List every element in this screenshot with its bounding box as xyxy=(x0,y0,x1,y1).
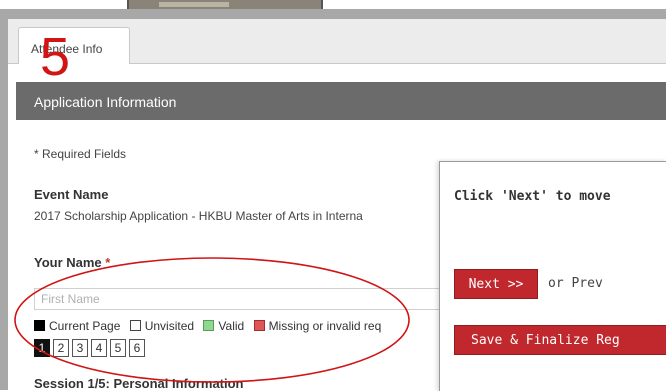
legend-valid: Valid xyxy=(203,319,244,333)
your-name-label-text: Your Name xyxy=(34,255,102,270)
legend-current: Current Page xyxy=(34,319,120,333)
page-button[interactable]: 6 xyxy=(129,339,145,357)
tab-attendee-info[interactable]: Attendee Info xyxy=(18,27,130,64)
legend-swatch-current xyxy=(34,320,45,331)
first-name-input[interactable] xyxy=(35,289,445,309)
popup-message: Click 'Next' to move xyxy=(454,189,611,204)
page-button[interactable]: 3 xyxy=(72,339,88,357)
first-name-field[interactable] xyxy=(34,288,446,310)
legend-missing: Missing or invalid req xyxy=(253,319,382,333)
legend-missing-label: Missing or invalid req xyxy=(268,319,382,333)
save-finalize-button[interactable]: Save & Finalize Reg xyxy=(454,325,666,355)
required-fields-note: * Required Fields xyxy=(34,147,127,161)
page-navigator: 123456 xyxy=(34,339,148,357)
legend-swatch-unvisited xyxy=(129,320,141,331)
event-name-value: 2017 Scholarship Application - HKBU Mast… xyxy=(34,209,363,223)
page-button[interactable]: 4 xyxy=(91,339,107,357)
legend-swatch-valid xyxy=(203,320,215,331)
page-button[interactable]: 5 xyxy=(110,339,126,357)
event-name-label: Event Name xyxy=(34,187,109,202)
page-button[interactable]: 2 xyxy=(53,339,69,357)
next-button[interactable]: Next >> xyxy=(454,269,538,299)
required-star: * xyxy=(105,255,111,270)
section-header: Application Information xyxy=(16,82,666,120)
legend-unvisited-label: Unvisited xyxy=(144,319,195,333)
legend-swatch-missing xyxy=(253,320,265,331)
legend-current-label: Current Page xyxy=(49,319,121,333)
your-name-label: Your Name * xyxy=(34,255,110,270)
header-photo xyxy=(127,0,323,9)
tab-bar: Attendee Info xyxy=(8,19,666,64)
page-button[interactable]: 1 xyxy=(34,339,50,357)
legend-unvisited: Unvisited xyxy=(129,319,195,333)
step-number-annotation: 5 xyxy=(40,27,71,87)
session-title: Session 1/5: Personal Information xyxy=(34,376,244,390)
section-title: Application Information xyxy=(34,94,177,110)
navigation-popup: Click 'Next' to move Next >> or Prev Sav… xyxy=(439,161,666,391)
page-status-legend: Current Page Unvisited Valid Missing or … xyxy=(34,319,387,333)
legend-valid-label: Valid xyxy=(218,319,245,333)
top-background xyxy=(0,0,666,9)
or-previous-link[interactable]: or Prev xyxy=(548,276,603,291)
